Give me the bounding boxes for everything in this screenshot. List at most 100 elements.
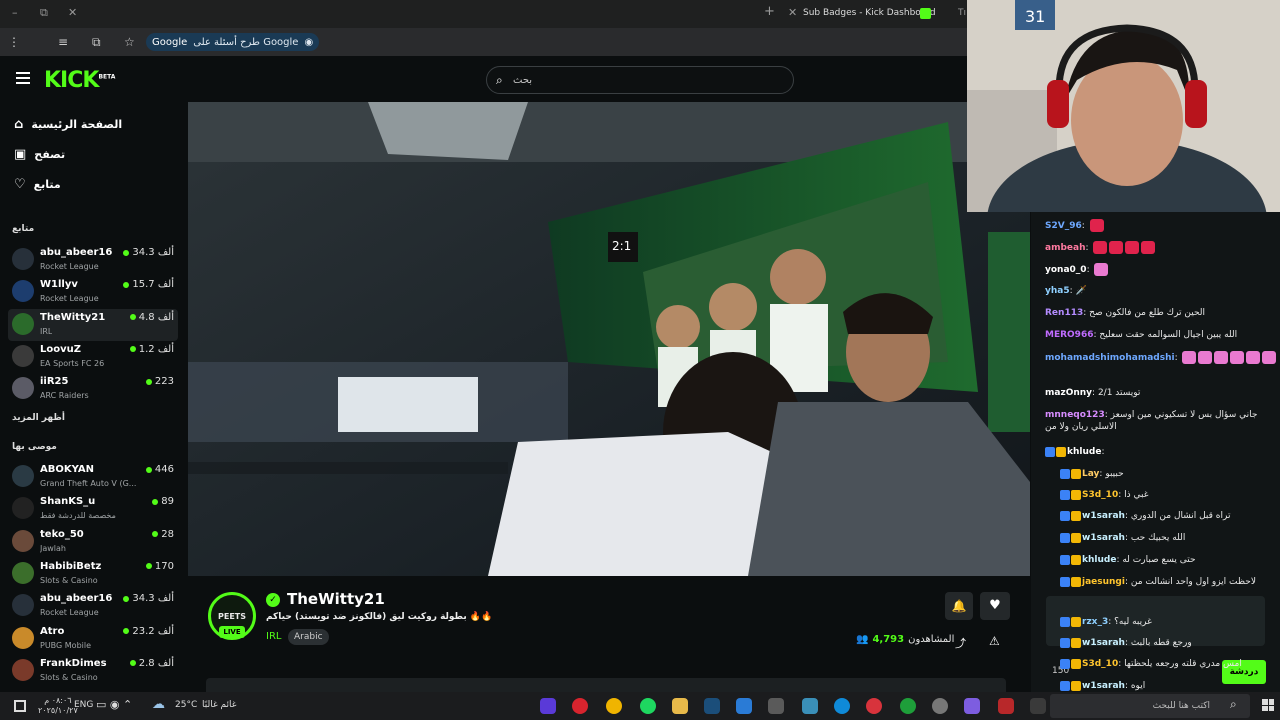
nav-item-1[interactable]: ▣ تصفح (0, 142, 186, 166)
channel-item[interactable]: W1llyv Rocket League 15.7 ألف (8, 276, 178, 308)
chat-username[interactable]: mnneqo123 (1045, 410, 1105, 420)
chat-message[interactable]: w1sarah: تراه قبل انشال من الدوري (1060, 510, 1231, 522)
hamburger-menu-icon[interactable] (16, 72, 30, 84)
category-link[interactable]: IRL (266, 631, 281, 642)
task-view-icon[interactable] (1030, 698, 1046, 714)
chat-message[interactable]: S2V_96: (1045, 219, 1104, 232)
chat-message[interactable]: Ren113: الحين ترك طلع من فالكون صح (1045, 307, 1205, 319)
file-explorer-icon[interactable] (672, 698, 688, 714)
chat-message[interactable]: w1sarah: ايوه (1060, 680, 1145, 692)
chat-message[interactable]: mnneqo123: جاني سؤال بس لا تسكيوني مين ا… (1045, 409, 1260, 433)
taskbar-search-input[interactable]: اكتب هنا للبحث (1050, 694, 1250, 718)
chat-message[interactable]: w1sarah: ورجع قطه بالبث (1060, 637, 1192, 649)
report-icon[interactable]: ⚠ (989, 634, 1000, 648)
app-icon-obs[interactable] (572, 698, 588, 714)
channel-item[interactable]: Atro PUBG Mobile 23.2 ألف (8, 623, 178, 655)
menu-dots-icon[interactable]: ⋮ (8, 35, 20, 49)
chat-message[interactable]: S3d_10: امس مدري قلته ورجعه يلحظتها (1060, 658, 1242, 670)
channel-item[interactable]: ShanKS_u مخصصة للدردشة فقط 89 (8, 493, 178, 525)
edge-icon[interactable] (834, 698, 850, 714)
chat-message[interactable]: khlude: (1045, 446, 1104, 458)
channel-item[interactable]: iiR25 ARC Raiders 223 (8, 373, 178, 405)
chat-username[interactable]: w1sarah (1082, 533, 1125, 543)
chat-message[interactable]: rzx_3: غريبه ليه؟ (1060, 616, 1152, 628)
chat-username[interactable]: khlude (1067, 447, 1101, 457)
channel-item[interactable]: TheWitty21 IRL 4.8 ألف (8, 308, 178, 341)
chat-message[interactable]: Lay: حبيبو (1060, 468, 1124, 480)
new-tab-button[interactable]: + (764, 4, 775, 19)
windows-start-icon[interactable] (1262, 699, 1274, 711)
tray-icons[interactable]: ▭ ◉ ⌃ (96, 698, 132, 711)
kick-logo[interactable]: KICKBETA (44, 68, 115, 93)
app-icon-red[interactable] (866, 698, 882, 714)
chat-message[interactable]: S3d_10: غبي ذا (1060, 489, 1148, 501)
chat-username[interactable]: ambeah (1045, 243, 1085, 253)
channel-item[interactable]: teko_50 Jawlah 28 (8, 526, 178, 558)
share-icon[interactable]: ⤴ (955, 635, 966, 651)
weather-temp[interactable]: 25°C (175, 700, 197, 710)
chat-username[interactable]: w1sarah (1082, 681, 1125, 691)
chat-username[interactable]: mazOnny (1045, 388, 1092, 398)
settings-icon[interactable] (932, 698, 948, 714)
chat-username[interactable]: mohamadshimohamadshi (1045, 353, 1175, 363)
app-icon-1[interactable] (540, 698, 556, 714)
chat-message[interactable]: ambeah: (1045, 241, 1156, 254)
language-indicator[interactable]: ENG (74, 700, 93, 710)
spotify-icon[interactable] (640, 698, 656, 714)
chat-username[interactable]: Lay (1082, 469, 1099, 479)
close-window-button[interactable]: ✕ (68, 6, 77, 19)
restore-button[interactable]: ⧉ (40, 6, 48, 20)
store-icon[interactable] (768, 698, 784, 714)
chat-username[interactable]: w1sarah (1082, 511, 1125, 521)
app-icon-game[interactable] (998, 698, 1014, 714)
app-icon-arrow[interactable] (802, 698, 818, 714)
nav-item-0[interactable]: ⌂ الصفحة الرئيسية (0, 112, 186, 136)
copilot-icon[interactable] (964, 698, 980, 714)
search-input[interactable]: ⌕ بحث (486, 66, 794, 94)
tab-next[interactable]: Tı (958, 8, 966, 18)
tab-sub-badges[interactable]: Sub Badges - Kick Dashboard (803, 8, 936, 18)
notifications-icon[interactable] (14, 700, 26, 712)
chat-message[interactable]: khlude: حتى يسع صبارت له (1060, 554, 1196, 566)
channel-item[interactable]: LoovuZ EA Sports FC 26 1.2 ألف (8, 341, 178, 373)
xbox-icon[interactable] (900, 698, 916, 714)
chat-username[interactable]: yha5 (1045, 286, 1070, 296)
chat-message[interactable]: jaesungi: لاحظت ايزو اول واحد انشالت من (1060, 576, 1256, 588)
minimize-button[interactable]: – (12, 6, 18, 19)
language-tag[interactable]: Arabic (288, 629, 329, 645)
chat-username[interactable]: rzx_3 (1082, 617, 1108, 627)
chat-message[interactable]: MERO966: الله يبين اجيال السوالمه حقت سع… (1045, 329, 1237, 341)
chat-message[interactable]: w1sarah: الله يحبيك حب (1060, 532, 1185, 544)
channel-item[interactable]: FrankDimes Slots & Casino 2.8 ألف (8, 655, 178, 687)
steam-icon[interactable] (704, 698, 720, 714)
chat-username[interactable]: S3d_10 (1082, 490, 1118, 500)
chat-username[interactable]: MERO966 (1045, 330, 1093, 340)
channel-item[interactable]: abu_abeer16 Rocket League 34.3 ألف (8, 244, 178, 276)
bell-icon[interactable]: 🔔 (945, 592, 973, 620)
channel-item[interactable]: ABOKYAN Grand Theft Auto V (G... 446 (8, 461, 178, 493)
bookmark-star-icon[interactable]: ☆ (124, 35, 135, 49)
channel-name[interactable]: TheWitty21 (287, 590, 385, 608)
follow-heart-button[interactable]: ♥ (980, 592, 1010, 620)
channel-item[interactable]: HabibiBetz Slots & Casino 170 (8, 558, 178, 590)
extensions-icon[interactable]: ⧉ (92, 35, 101, 50)
clock[interactable]: ٠٨:٠٦ م ٢٠٢٥/١٠/٢٧ (38, 696, 78, 716)
chat-message[interactable]: mazOnny: تويستد 2/1 (1045, 387, 1140, 399)
nav-item-2[interactable]: ♡ متابع (0, 172, 186, 196)
chat-username[interactable]: S3d_10 (1082, 659, 1118, 669)
chat-username[interactable]: yona0_0 (1045, 265, 1087, 275)
chat-username[interactable]: Ren113 (1045, 308, 1083, 318)
chrome-icon[interactable] (606, 698, 622, 714)
show-more-link[interactable]: أظهر المزيد (12, 413, 65, 423)
weather-text[interactable]: غائم غالبًا (202, 700, 236, 710)
chat-username[interactable]: S2V_96 (1045, 221, 1082, 231)
chat-message[interactable]: yha5: 🗡️ (1045, 285, 1087, 297)
chat-username[interactable]: jaesungi (1082, 577, 1125, 587)
mail-icon[interactable] (736, 698, 752, 714)
video-player[interactable]: 2:1 (188, 102, 1030, 576)
omnibox-chip[interactable]: Google طرح أسئلة على Google ◉ (146, 33, 320, 51)
reading-list-icon[interactable]: ≡ (58, 35, 68, 49)
channel-item[interactable]: abu_abeer16 Rocket League 34.3 ألف (8, 590, 178, 622)
chat-username[interactable]: w1sarah (1082, 638, 1125, 648)
tab-close-icon[interactable]: ✕ (788, 6, 797, 19)
